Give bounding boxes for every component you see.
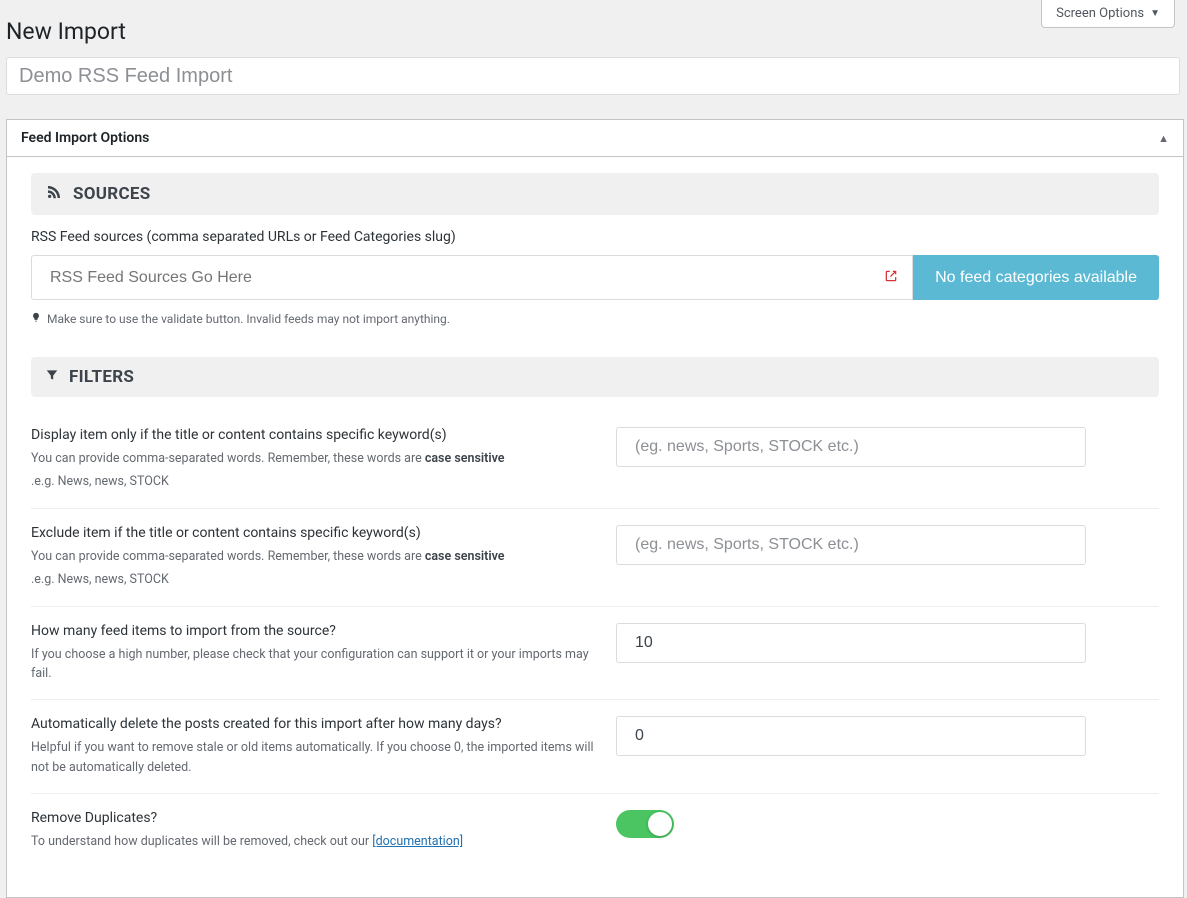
screen-options-label: Screen Options bbox=[1056, 6, 1144, 21]
external-link-icon bbox=[884, 269, 898, 286]
toggle-knob bbox=[648, 812, 672, 836]
import-count-title: How many feed items to import from the s… bbox=[31, 623, 596, 639]
remove-duplicates-toggle[interactable] bbox=[616, 810, 674, 838]
rss-sources-input[interactable] bbox=[31, 255, 869, 300]
sources-section-label: SOURCES bbox=[73, 184, 151, 204]
filter-icon bbox=[45, 368, 59, 386]
documentation-link[interactable]: [documentation] bbox=[372, 834, 463, 849]
exclude-keywords-row: Exclude item if the title or content con… bbox=[31, 509, 1159, 607]
import-count-input[interactable] bbox=[616, 623, 1086, 663]
page-title: New Import bbox=[0, 0, 1187, 57]
import-count-desc: If you choose a high number, please chec… bbox=[31, 645, 596, 684]
auto-delete-desc: Helpful if you want to remove stale or o… bbox=[31, 738, 596, 777]
postbox-title: Feed Import Options bbox=[21, 130, 149, 146]
exclude-keywords-title: Exclude item if the title or content con… bbox=[31, 525, 596, 541]
validate-feed-button[interactable] bbox=[869, 255, 913, 300]
screen-options-button[interactable]: Screen Options ▼ bbox=[1041, 0, 1175, 28]
remove-duplicates-title: Remove Duplicates? bbox=[31, 810, 596, 826]
no-feed-categories-button[interactable]: No feed categories available bbox=[913, 255, 1159, 300]
sources-section-header: SOURCES bbox=[31, 173, 1159, 215]
feed-import-options-panel: Feed Import Options ▲ SOURCES RSS Feed s… bbox=[6, 119, 1184, 898]
import-title-input[interactable] bbox=[6, 57, 1180, 95]
sources-hint: Make sure to use the validate button. In… bbox=[31, 310, 1159, 327]
remove-duplicates-row: Remove Duplicates? To understand how dup… bbox=[31, 794, 1159, 867]
auto-delete-title: Automatically delete the posts created f… bbox=[31, 716, 596, 732]
auto-delete-row: Automatically delete the posts created f… bbox=[31, 700, 1159, 794]
include-keywords-row: Display item only if the title or conten… bbox=[31, 411, 1159, 509]
exclude-keywords-input[interactable] bbox=[616, 525, 1086, 565]
sources-field-label: RSS Feed sources (comma separated URLs o… bbox=[31, 229, 1159, 245]
include-keywords-title: Display item only if the title or conten… bbox=[31, 427, 596, 443]
triangle-down-icon: ▼ bbox=[1150, 8, 1160, 19]
postbox-header[interactable]: Feed Import Options ▲ bbox=[7, 120, 1183, 157]
filters-section-label: FILTERS bbox=[69, 367, 134, 387]
auto-delete-input[interactable] bbox=[616, 716, 1086, 756]
exclude-keywords-desc: You can provide comma-separated words. R… bbox=[31, 547, 596, 590]
rss-icon bbox=[45, 183, 63, 205]
include-keywords-desc: You can provide comma-separated words. R… bbox=[31, 449, 596, 492]
include-keywords-input[interactable] bbox=[616, 427, 1086, 467]
triangle-up-icon: ▲ bbox=[1158, 132, 1169, 145]
filters-section-header: FILTERS bbox=[31, 357, 1159, 397]
remove-duplicates-desc: To understand how duplicates will be rem… bbox=[31, 832, 596, 851]
lightbulb-icon bbox=[31, 310, 41, 327]
import-count-row: How many feed items to import from the s… bbox=[31, 607, 1159, 701]
